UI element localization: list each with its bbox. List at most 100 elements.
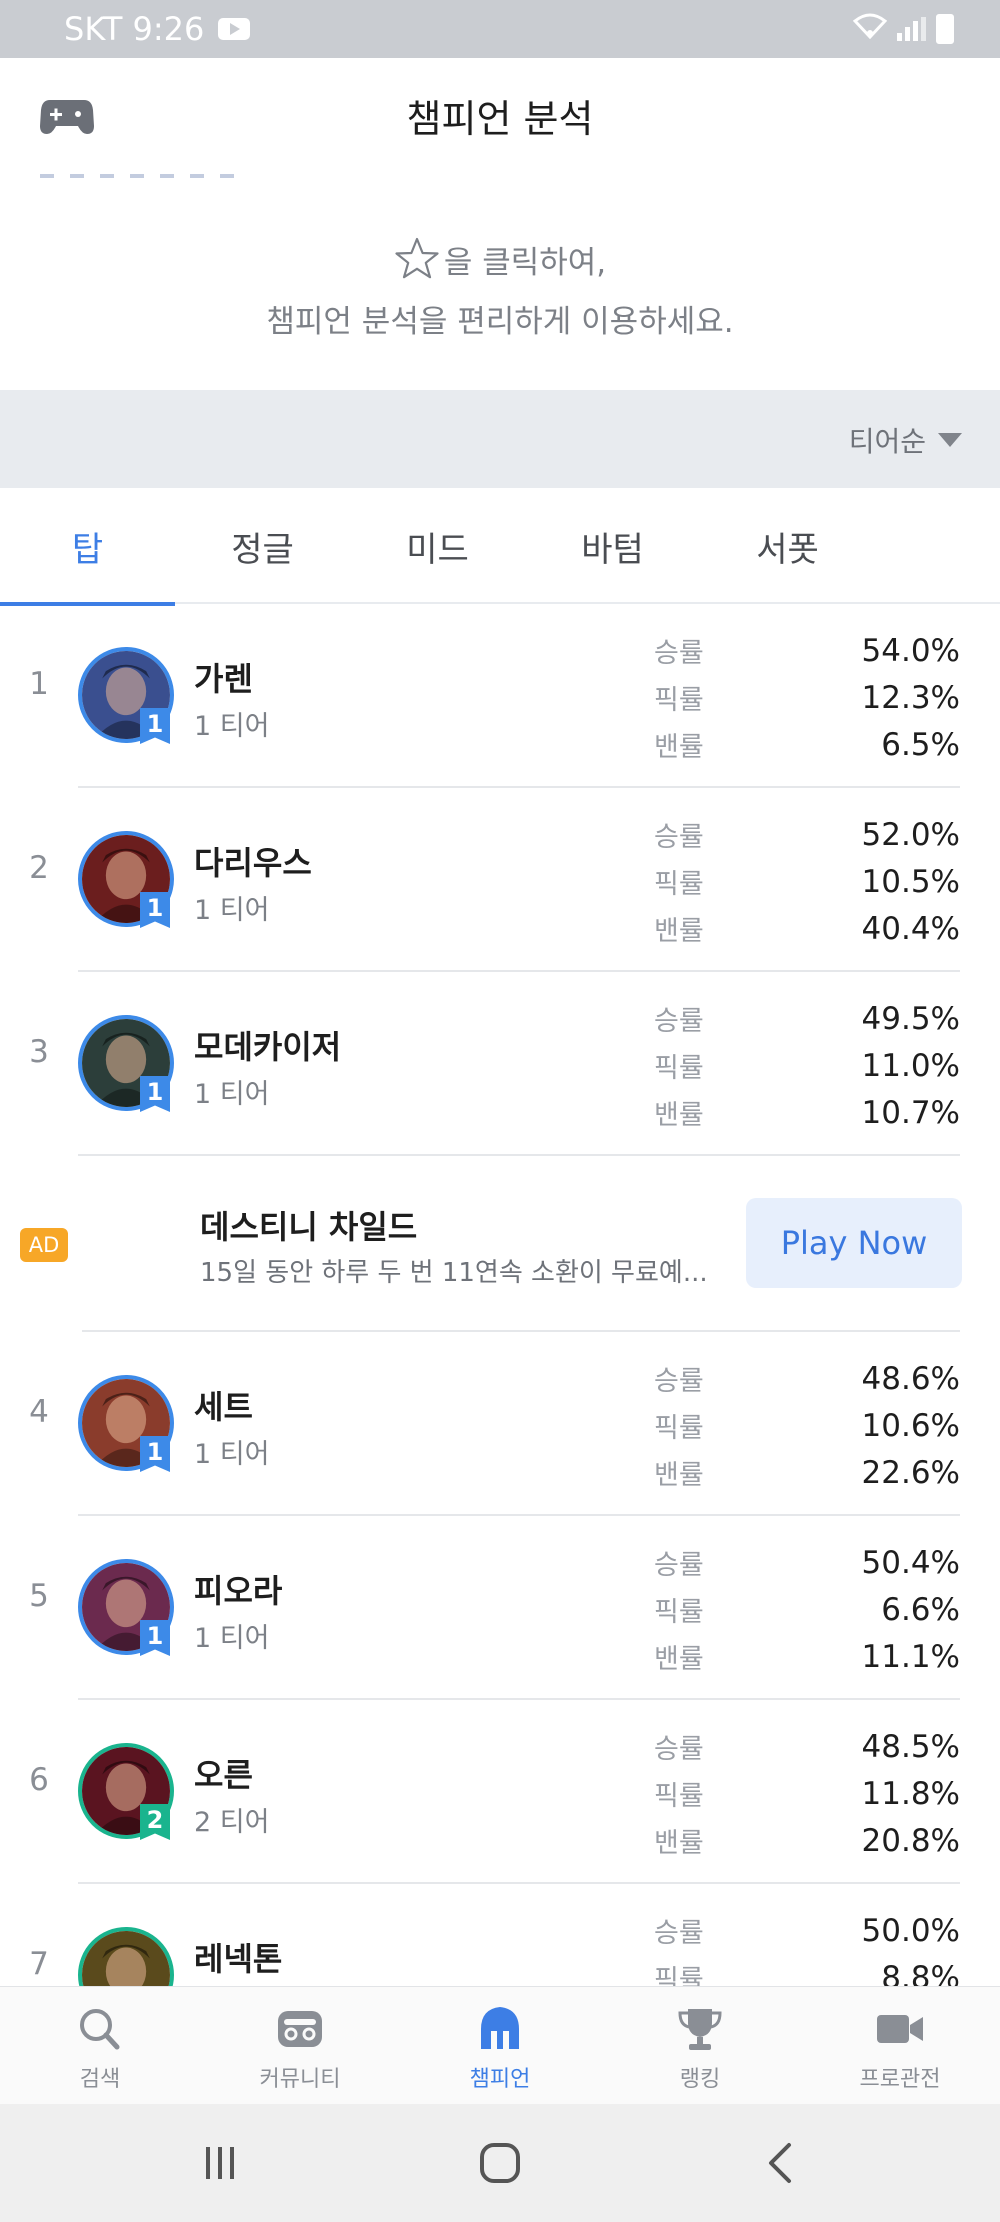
pick-rate-label: 픽률	[654, 685, 704, 716]
signal-icon	[897, 17, 926, 41]
sort-dropdown[interactable]: 티어순	[849, 420, 962, 460]
stat-values: 48.6% 10.6% 22.6%	[862, 1356, 960, 1497]
rank-number: 4	[29, 1394, 49, 1430]
tier-badge: 1	[140, 1436, 170, 1472]
rank-number: 7	[29, 1946, 49, 1982]
rank-number: 3	[29, 1034, 49, 1070]
win-rate-label: 승률	[654, 1918, 704, 1949]
win-rate-label: 승률	[654, 1550, 704, 1581]
win-rate-label: 승률	[654, 822, 704, 853]
star-icon	[395, 237, 439, 279]
stat-labels: 승률 픽률 밴률	[654, 630, 704, 771]
tab-jungle[interactable]: 정글	[175, 488, 350, 604]
stat-labels: 승률픽률밴률	[654, 1542, 704, 1683]
play-now-button[interactable]: Play Now	[746, 1198, 962, 1288]
win-rate-label: 승률	[654, 1366, 704, 1397]
ad-banner[interactable]: AD 데스티니 차일드 15일 동안 하루 두 번 11연속 소환이 무료예..…	[0, 1156, 1000, 1332]
champion-tier: 1 티어	[194, 1623, 270, 1654]
home-icon	[480, 2143, 520, 2183]
ad-badge: AD	[20, 1228, 68, 1262]
win-rate-value: 48.5%	[861, 1729, 960, 1765]
stat-labels: 승률픽률밴률	[654, 814, 704, 955]
ban-rate-label: 밴률	[654, 916, 704, 947]
win-rate-value: 49.5%	[861, 1001, 960, 1037]
nav-search[interactable]: 검색	[0, 1987, 200, 2104]
wifi-icon	[852, 13, 888, 46]
tab-label: 바텀	[581, 529, 644, 570]
tab-label: 정글	[231, 529, 294, 570]
champion-tier: 1 티어	[194, 1079, 270, 1110]
tab-top[interactable]: 탑	[0, 488, 175, 606]
pick-rate-label: 픽률	[654, 1597, 704, 1628]
favorites-hint-line2: 챔피언 분석을 편리하게 이용하세요.	[266, 304, 734, 340]
pick-rate-value: 6.6%	[881, 1592, 960, 1628]
favorites-hint: 을 클릭하여, 챔피언 분석을 편리하게 이용하세요.	[0, 176, 1000, 390]
stat-labels: 승률 픽률 밴률	[654, 998, 704, 1139]
ban-rate-value: 6.5%	[881, 727, 960, 763]
champion-row[interactable]: 2 1 다리우스 1 티어 승률 픽률 밴률 52.0% 10.5% 40.4%	[0, 788, 1000, 972]
champion-tier: 1 티어	[194, 895, 270, 926]
nav-community[interactable]: 커뮤니티	[200, 1987, 400, 2104]
battery-icon	[936, 14, 954, 44]
champion-tier: 1 티어	[194, 1439, 270, 1470]
system-navigation-bar	[0, 2104, 1000, 2222]
nav-pro-viewing[interactable]: 프로관전	[800, 1987, 1000, 2104]
ban-rate-label: 밴률	[654, 1644, 704, 1675]
tab-mid[interactable]: 미드	[350, 488, 525, 604]
pick-rate-label: 픽률	[654, 1053, 704, 1084]
tab-label: 미드	[406, 529, 469, 570]
bottom-navigation: 검색 커뮤니티 챔피언 랭킹 프로관전	[0, 1986, 1000, 2104]
champion-tier: 1 티어	[194, 711, 270, 742]
ad-title: 데스티니 차일드	[200, 1208, 418, 1246]
champion-row[interactable]: 6 2 오른 2 티어 승률 픽률 밴률 48.5% 11.8% 20.8%	[0, 1700, 1000, 1884]
win-rate-value: 48.6%	[861, 1361, 960, 1397]
champion-row[interactable]: 1 1 가렌 1 티어 승률 픽률 밴률 54.0% 12.3% 6.5%	[0, 604, 1000, 788]
tab-support[interactable]: 서폿	[700, 488, 875, 604]
tab-label: 서폿	[756, 529, 819, 570]
champion-name: 레넥톤	[194, 1940, 283, 1978]
nav-ranking[interactable]: 랭킹	[600, 1987, 800, 2104]
tier-badge: 1	[140, 708, 170, 744]
stat-values: 54.0% 12.3% 6.5%	[862, 628, 960, 769]
ban-rate-label: 밴률	[654, 1460, 704, 1491]
champion-row[interactable]: 5 1 피오라 1 티어 승률 픽률 밴률 50.4% 6.6% 11.1%	[0, 1516, 1000, 1700]
back-button[interactable]	[720, 2123, 840, 2203]
champion-name: 가렌	[194, 660, 253, 698]
nav-champion[interactable]: 챔피언	[400, 1987, 600, 2104]
lane-tabs: 탑 정글 미드 바텀 서폿	[0, 488, 1000, 606]
tab-bottom[interactable]: 바텀	[525, 488, 700, 604]
nav-label: 랭킹	[679, 2067, 721, 2092]
tier-badge: 1	[140, 1620, 170, 1656]
ban-rate-label: 밴률	[654, 1100, 704, 1131]
stat-labels: 승률 픽률 밴률	[654, 1358, 704, 1499]
recent-apps-icon	[206, 2147, 234, 2179]
rank-number: 1	[29, 666, 49, 702]
ban-rate-value: 10.7%	[861, 1095, 960, 1131]
community-icon	[278, 2011, 322, 2047]
sort-bar: 티어순	[0, 390, 1000, 488]
ban-rate-value: 40.4%	[861, 911, 960, 947]
champion-tier: 2 티어	[194, 1807, 270, 1838]
stat-values: 50.4% 6.6% 11.1%	[862, 1540, 960, 1681]
pick-rate-label: 픽률	[654, 869, 704, 900]
win-rate-value: 50.0%	[861, 1913, 960, 1949]
recent-apps-button[interactable]	[160, 2123, 280, 2203]
champion-row[interactable]: 3 1 모데카이저 1 티어 승률 픽률 밴률 49.5% 11.0% 10.7%	[0, 972, 1000, 1156]
champion-row[interactable]: 4 1 세트 1 티어 승률 픽률 밴률 48.6% 10.6% 22.6%	[0, 1332, 1000, 1516]
tier-badge: 2	[140, 1804, 170, 1840]
win-rate-value: 50.4%	[861, 1545, 960, 1581]
pick-rate-value: 10.6%	[861, 1408, 960, 1444]
pick-rate-label: 픽률	[654, 1781, 704, 1812]
nav-label: 챔피언	[469, 2067, 531, 2092]
ban-rate-value: 11.1%	[861, 1639, 960, 1675]
status-bar: SKT 9:26	[0, 0, 1000, 58]
rank-number: 2	[29, 850, 49, 886]
ban-rate-label: 밴률	[654, 732, 704, 763]
nav-label: 프로관전	[859, 2067, 941, 2092]
favorites-hint-line1: 을 클릭하여,	[443, 244, 607, 281]
ban-rate-value: 22.6%	[861, 1455, 960, 1491]
status-carrier-time: SKT 9:26	[64, 10, 205, 48]
home-button[interactable]	[440, 2123, 560, 2203]
stat-values: 49.5% 11.0% 10.7%	[862, 996, 960, 1137]
champion-name: 모데카이저	[194, 1028, 342, 1066]
